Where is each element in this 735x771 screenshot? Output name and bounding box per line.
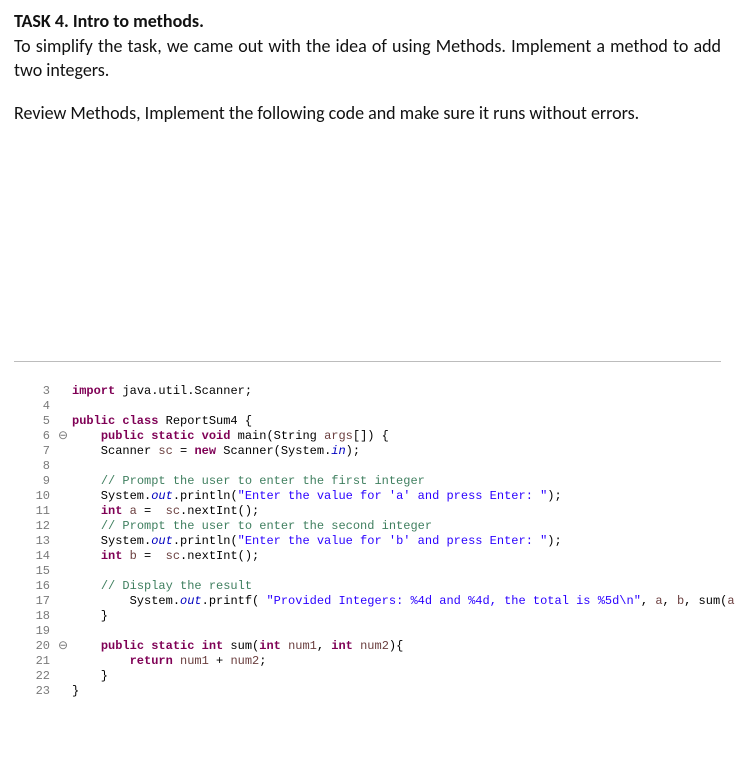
code-content: System.out.printf( "Provided Integers: %… [72,594,735,609]
line-number: 13 [22,534,58,549]
fold-icon [58,594,72,609]
line-number: 12 [22,519,58,534]
code-line: 8 [22,459,721,474]
code-content: int a = sc.nextInt(); [72,504,721,519]
line-number: 21 [22,654,58,669]
line-number: 18 [22,609,58,624]
code-content: System.out.println("Enter the value for … [72,489,721,504]
code-content: } [72,669,721,684]
line-number: 16 [22,579,58,594]
fold-icon [58,399,72,414]
code-content: // Prompt the user to enter the second i… [72,519,721,534]
fold-icon [58,474,72,489]
code-line: 22 } [22,669,721,684]
line-number: 15 [22,564,58,579]
fold-icon [58,489,72,504]
fold-icon [58,609,72,624]
fold-icon [58,684,72,699]
line-number: 7 [22,444,58,459]
fold-icon [58,504,72,519]
whitespace-gap [14,131,721,361]
code-block: 3 import java.util.Scanner; 45 public class… [14,384,721,699]
code-line: 21 return num1 + num2; [22,654,721,669]
code-content: public class ReportSum4 { [72,414,721,429]
line-number: 6 [22,429,58,444]
code-content: Scanner sc = new Scanner(System.in); [72,444,721,459]
code-content: int b = sc.nextInt(); [72,549,721,564]
code-content: // Prompt the user to enter the first in… [72,474,721,489]
line-number: 3 [22,384,58,399]
code-content: // Display the result [72,579,721,594]
code-line: 13 System.out.println("Enter the value f… [22,534,721,549]
line-number: 17 [22,594,58,609]
fold-icon [58,564,72,579]
code-content [72,459,721,474]
code-line: 20⊖ public static int sum(int num1, int … [22,639,721,654]
code-line: 16 // Display the result [22,579,721,594]
line-number: 4 [22,399,58,414]
task-review: Review Methods, Implement the following … [14,101,721,125]
fold-icon [58,579,72,594]
line-number: 9 [22,474,58,489]
fold-icon [58,444,72,459]
code-line: 23} [22,684,721,699]
fold-icon [58,549,72,564]
code-content [72,399,721,414]
code-content [72,624,721,639]
line-number: 8 [22,459,58,474]
fold-icon [58,384,72,399]
fold-icon [58,459,72,474]
task-heading: TASK 4. Intro to methods. [14,10,721,32]
fold-icon [58,519,72,534]
line-number: 19 [22,624,58,639]
fold-icon[interactable]: ⊖ [58,639,72,654]
code-line: 14 int b = sc.nextInt(); [22,549,721,564]
code-line: 9 // Prompt the user to enter the first … [22,474,721,489]
line-number: 5 [22,414,58,429]
line-number: 23 [22,684,58,699]
task-description: To simplify the task, we came out with t… [14,34,721,83]
code-content: public static int sum(int num1, int num2… [72,639,721,654]
code-line: 15 [22,564,721,579]
fold-icon [58,654,72,669]
code-content: return num1 + num2; [72,654,721,669]
code-line: 3 import java.util.Scanner; [22,384,721,399]
code-line: 17 System.out.printf( "Provided Integers… [22,594,721,609]
code-line: 4 [22,399,721,414]
code-line: 11 int a = sc.nextInt(); [22,504,721,519]
code-line: 19 [22,624,721,639]
fold-icon [58,534,72,549]
code-content: public static void main(String args[]) { [72,429,721,444]
code-line: 5 public class ReportSum4 { [22,414,721,429]
document-page: TASK 4. Intro to methods. To simplify th… [0,0,735,717]
line-number: 22 [22,669,58,684]
code-line: 7 Scanner sc = new Scanner(System.in); [22,444,721,459]
code-line: 10 System.out.println("Enter the value f… [22,489,721,504]
code-line: 18 } [22,609,721,624]
code-content [72,564,721,579]
code-line: 12 // Prompt the user to enter the secon… [22,519,721,534]
fold-icon[interactable]: ⊖ [58,429,72,444]
code-content: System.out.println("Enter the value for … [72,534,721,549]
line-number: 11 [22,504,58,519]
fold-icon [58,414,72,429]
horizontal-divider [14,361,721,362]
code-line: 6⊖ public static void main(String args[]… [22,429,721,444]
code-content: import java.util.Scanner; [72,384,721,399]
code-content: } [72,609,721,624]
line-number: 20 [22,639,58,654]
code-content: } [72,684,721,699]
fold-icon [58,624,72,639]
line-number: 14 [22,549,58,564]
line-number: 10 [22,489,58,504]
fold-icon [58,669,72,684]
